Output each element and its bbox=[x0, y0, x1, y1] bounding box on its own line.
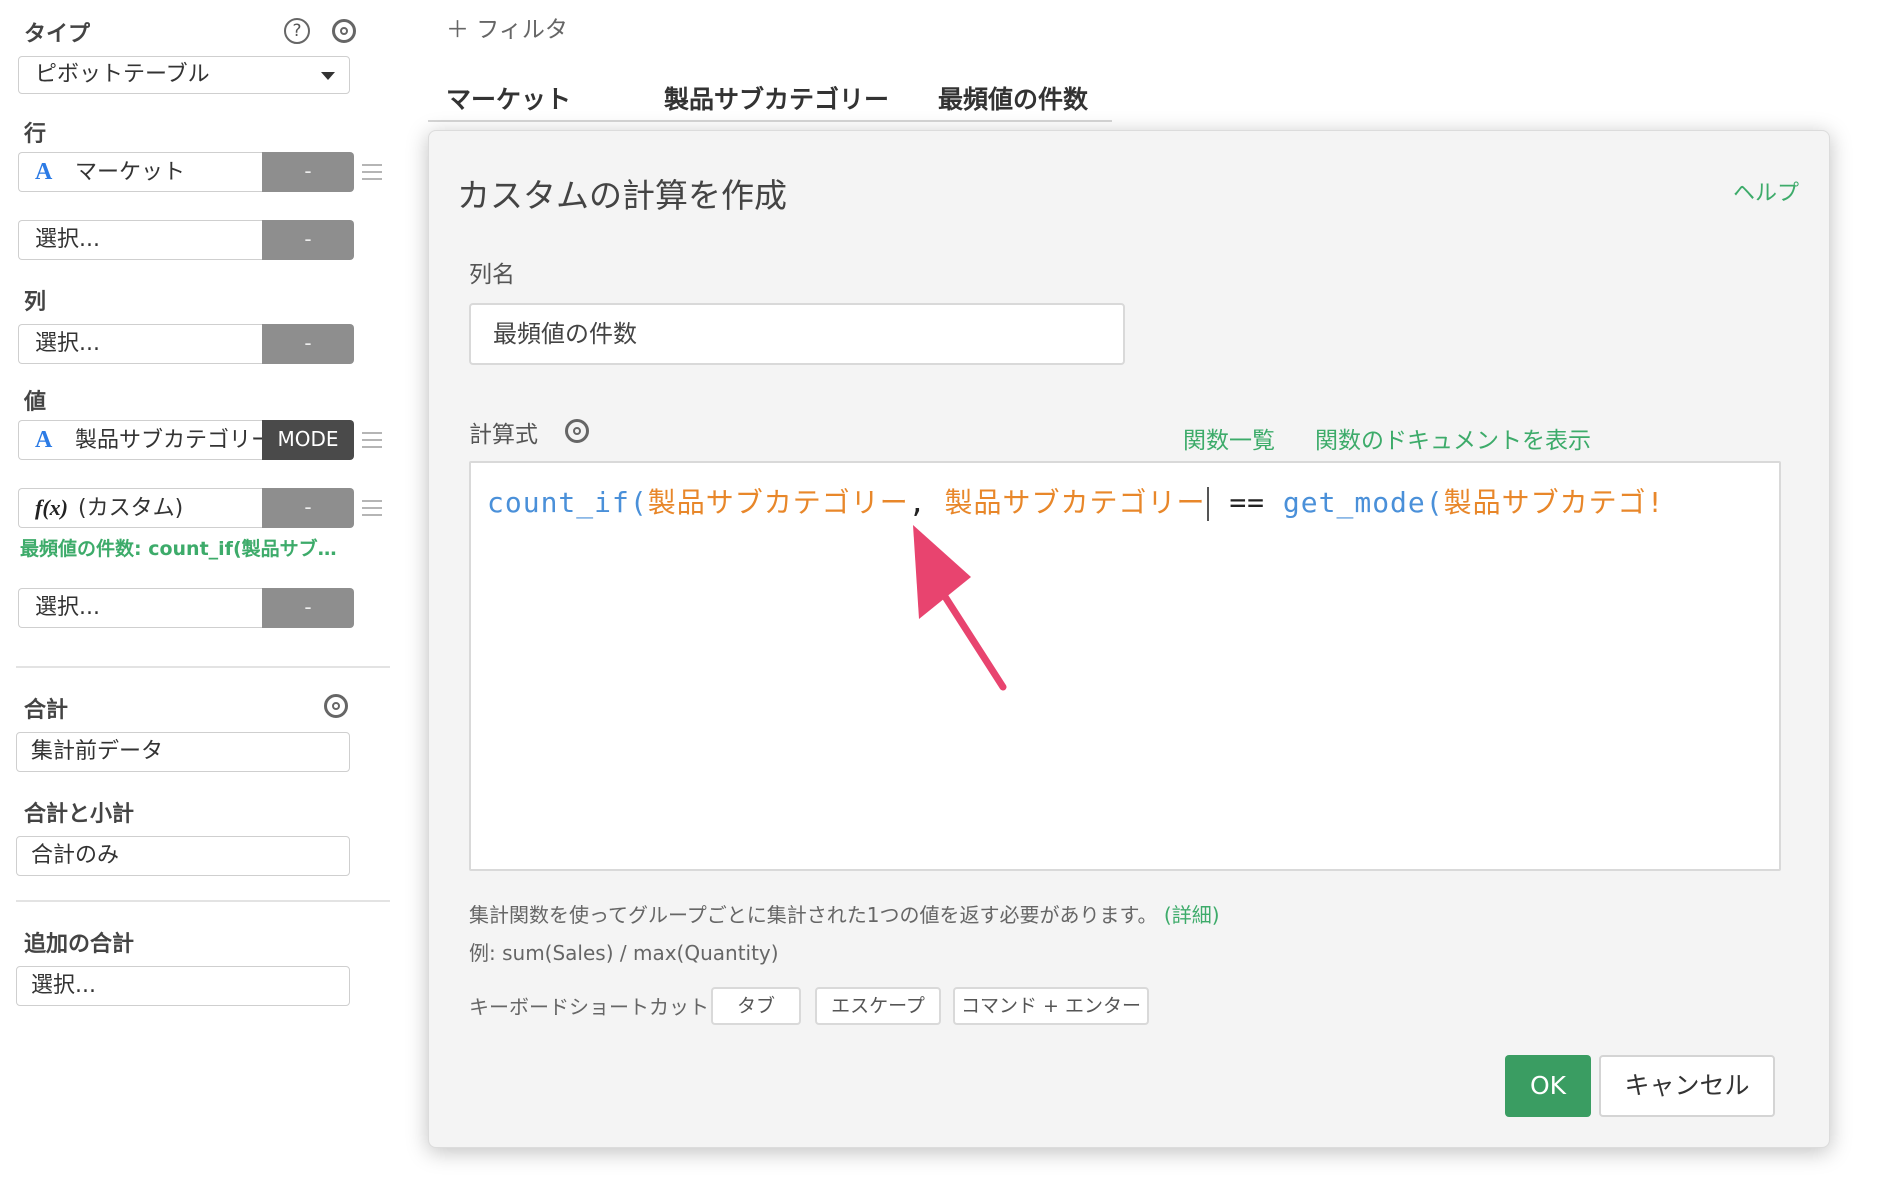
functions-list-link[interactable]: 関数一覧 bbox=[1183, 421, 1275, 455]
formula-code: count_if(製品サブカテゴリー, 製品サブカテゴリー == get_mod… bbox=[487, 481, 1664, 521]
cols-select-box: 選択... bbox=[18, 324, 262, 364]
value-field-box: A 製品サブカテゴリー bbox=[18, 420, 262, 460]
drag-handle-icon[interactable] bbox=[362, 164, 382, 185]
value-field-subcategory[interactable]: A 製品サブカテゴリー MODE bbox=[18, 420, 354, 460]
formula-note-text: 集計関数を使ってグループごとに集計された1つの値を返す必要があります。 bbox=[469, 903, 1158, 927]
type-dropdown-value: ピボットテーブル bbox=[35, 62, 210, 87]
rows-field-market[interactable]: A マーケット - bbox=[18, 152, 354, 192]
dialog-title: カスタムの計算を作成 bbox=[457, 176, 787, 215]
extra-total-select[interactable]: 選択... bbox=[16, 966, 350, 1006]
code-column: 製品サブカテゴリー bbox=[647, 486, 909, 519]
header-divider bbox=[428, 120, 1112, 122]
add-filter-button[interactable]: ＋ フィルタ bbox=[446, 10, 568, 44]
remove-button[interactable]: - bbox=[262, 152, 354, 192]
values-label: 値 bbox=[24, 390, 47, 415]
column-header-subcategory[interactable]: 製品サブカテゴリー bbox=[664, 80, 889, 116]
custom-field-label: (カスタム) bbox=[77, 496, 184, 521]
subtotal-label: 合計と小計 bbox=[24, 802, 135, 827]
formula-note: 集計関数を使ってグループごとに集計された1つの値を返す必要があります。 (詳細) bbox=[469, 899, 1220, 928]
formula-example: 例: sum(Sales) / max(Quantity) bbox=[469, 941, 779, 965]
rows-field-label: マーケット bbox=[75, 160, 186, 185]
text-type-icon: A bbox=[35, 427, 53, 453]
remove-button[interactable]: - bbox=[262, 220, 354, 260]
divider bbox=[16, 666, 390, 668]
formula-editor[interactable]: count_if(製品サブカテゴリー, 製品サブカテゴリー == get_mod… bbox=[469, 461, 1781, 871]
rows-select-box: 選択... bbox=[18, 220, 262, 260]
column-header-market[interactable]: マーケット bbox=[446, 80, 571, 116]
values-select[interactable]: 選択... - bbox=[18, 588, 354, 628]
code-function: count_if( bbox=[487, 486, 648, 519]
drag-handle-icon[interactable] bbox=[362, 432, 382, 453]
rows-label: 行 bbox=[24, 122, 47, 147]
code-column: 製品サブカテゴ! bbox=[1443, 486, 1665, 519]
total-select[interactable]: 集計前データ bbox=[16, 732, 350, 772]
total-label: 合計 bbox=[24, 698, 69, 723]
code-operator: == bbox=[1211, 486, 1283, 519]
aggregation-button[interactable]: MODE bbox=[262, 420, 354, 460]
column-header-mode-count[interactable]: 最頻値の件数 bbox=[938, 80, 1088, 116]
column-name-label: 列名 bbox=[469, 262, 515, 288]
function-docs-link[interactable]: 関数のドキュメントを表示 bbox=[1315, 421, 1591, 455]
value-field-label: 製品サブカテゴリー bbox=[75, 428, 262, 453]
custom-calculation-dialog: カスタムの計算を作成 ヘルプ 列名 最頻値の件数 計算式 関数一覧 関数のドキュ… bbox=[428, 130, 1830, 1148]
divider bbox=[16, 900, 390, 902]
gear-icon[interactable] bbox=[332, 19, 356, 43]
shortcut-escape: エスケープ bbox=[815, 987, 941, 1025]
extra-total-label: 追加の合計 bbox=[24, 932, 135, 957]
help-link[interactable]: ヘルプ bbox=[1733, 175, 1799, 207]
column-name-input[interactable]: 最頻値の件数 bbox=[469, 303, 1125, 365]
drag-handle-icon[interactable] bbox=[362, 500, 382, 521]
function-icon: f(x) bbox=[35, 495, 68, 520]
type-label: タイプ bbox=[24, 22, 91, 47]
rows-select[interactable]: 選択... - bbox=[18, 220, 354, 260]
rows-field-box: A マーケット bbox=[18, 152, 262, 192]
remove-button[interactable]: - bbox=[262, 588, 354, 628]
text-type-icon: A bbox=[35, 159, 53, 185]
custom-field-box: f(x) (カスタム) bbox=[18, 488, 262, 528]
shortcut-command-enter: コマンド + エンター bbox=[953, 987, 1149, 1025]
gear-icon[interactable] bbox=[324, 694, 348, 718]
caret-down-icon bbox=[321, 72, 335, 80]
formula-label: 計算式 bbox=[469, 422, 538, 448]
custom-formula-caption: 最頻値の件数: count_if(製品サブ… bbox=[20, 538, 337, 560]
cols-label: 列 bbox=[24, 290, 47, 315]
subtotal-select[interactable]: 合計のみ bbox=[16, 836, 350, 876]
gear-icon[interactable] bbox=[565, 419, 589, 443]
code-function: get_mode( bbox=[1282, 486, 1444, 519]
cols-select[interactable]: 選択... - bbox=[18, 324, 354, 364]
values-select-box: 選択... bbox=[18, 588, 262, 628]
type-dropdown[interactable]: ピボットテーブル bbox=[18, 56, 350, 94]
remove-button[interactable]: - bbox=[262, 488, 354, 528]
cancel-button[interactable]: キャンセル bbox=[1599, 1055, 1775, 1117]
value-field-custom[interactable]: f(x) (カスタム) - bbox=[18, 488, 354, 528]
text-cursor bbox=[1207, 487, 1210, 521]
remove-button[interactable]: - bbox=[262, 324, 354, 364]
annotation-arrow-icon bbox=[913, 525, 1007, 691]
help-icon[interactable]: ? bbox=[284, 18, 310, 44]
shortcut-tab: タブ bbox=[711, 987, 801, 1025]
ok-button[interactable]: OK bbox=[1505, 1055, 1591, 1117]
shortcut-label: キーボードショートカット: bbox=[469, 995, 716, 1019]
details-link[interactable]: (詳細) bbox=[1164, 903, 1220, 927]
